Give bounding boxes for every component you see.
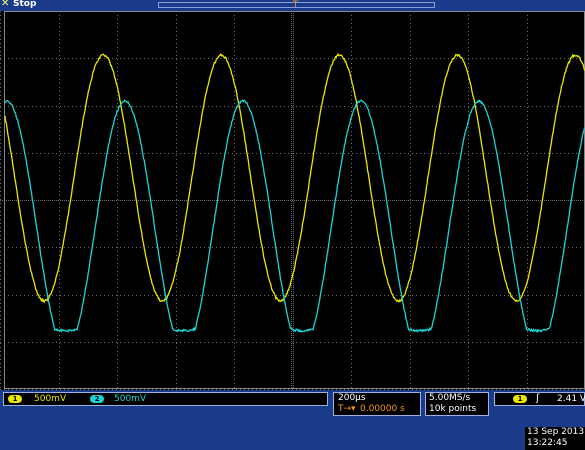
- trigger-readout[interactable]: 1 ʃ 2.41 V: [494, 392, 585, 406]
- trigger-delay-icon: T→▾: [338, 404, 356, 414]
- waveform-display[interactable]: [0, 11, 585, 390]
- horizontal-scale: 200µs: [338, 393, 366, 403]
- channel-1-waveform: [5, 54, 585, 302]
- channel-1-badge[interactable]: 1: [8, 395, 22, 403]
- acquisition-status: Stop: [13, 0, 36, 9]
- record-length: 10k points: [429, 404, 476, 414]
- channel-1-scale: 500mV: [34, 394, 66, 404]
- channel-2-badge[interactable]: 2: [90, 395, 104, 403]
- graticule: [0, 11, 585, 390]
- trigger-source-badge: 1: [513, 395, 527, 403]
- acquisition-readout[interactable]: 5.00MS/s 10k points: [425, 392, 489, 416]
- channel-2-scale: 500mV: [114, 394, 146, 404]
- bottom-status-bar: 1 500mV 2 500mV 200µs T→▾ 0.00000 s 5.00…: [0, 390, 585, 450]
- trigger-delay: 0.00000 s: [360, 404, 405, 414]
- rising-edge-icon: ʃ: [536, 393, 539, 404]
- trigger-mode-icon: ✕: [1, 0, 9, 9]
- channel-2-waveform: [5, 100, 585, 332]
- date-time-display: 13 Sep 2013 13:22:45: [525, 427, 585, 450]
- date: 13 Sep 2013: [527, 427, 584, 437]
- time: 13:22:45: [527, 438, 567, 448]
- top-status-bar: ✕ Stop T: [0, 0, 585, 11]
- channel-readout[interactable]: 1 500mV 2 500mV: [3, 392, 328, 406]
- sample-rate: 5.00MS/s: [429, 393, 470, 403]
- trigger-position-marker[interactable]: T: [292, 0, 299, 11]
- timebase-readout[interactable]: 200µs T→▾ 0.00000 s: [333, 392, 421, 416]
- trigger-level: 2.41 V: [557, 394, 585, 404]
